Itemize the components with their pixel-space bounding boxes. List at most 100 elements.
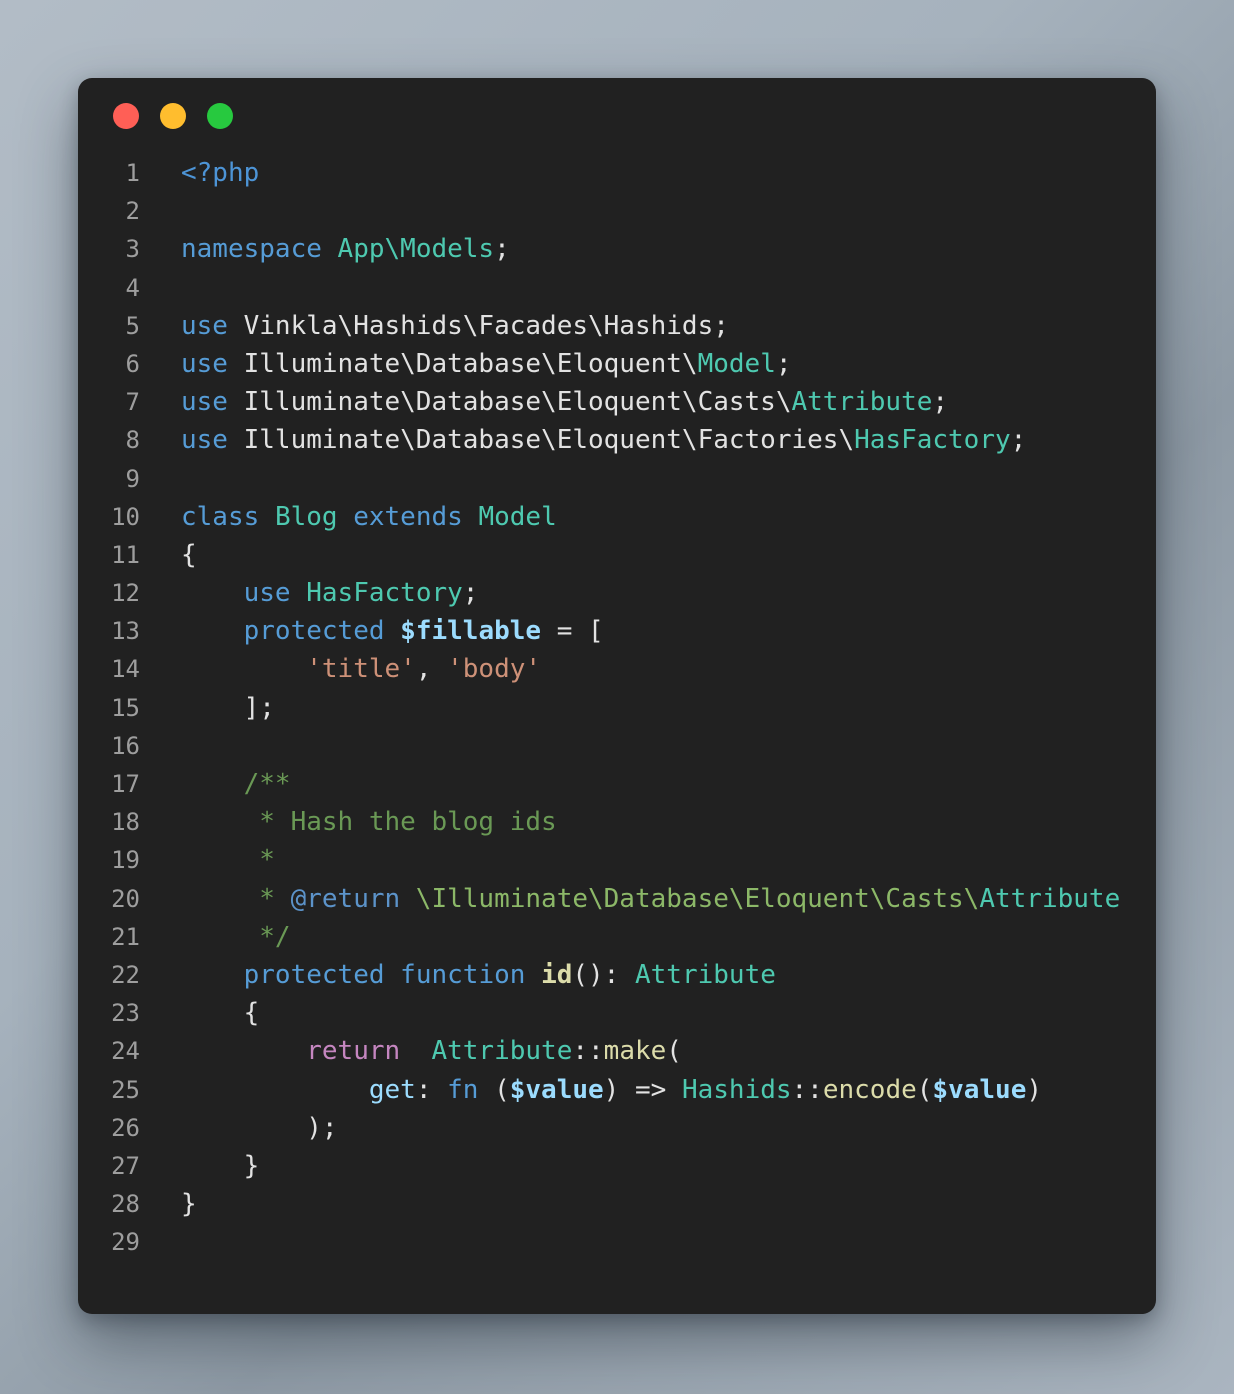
line-number: 25: [111, 1075, 140, 1104]
line-number: 11: [111, 540, 140, 569]
code-token: ;: [775, 348, 792, 379]
code-line[interactable]: 16​: [78, 727, 1156, 765]
line-number: 18: [111, 808, 140, 837]
code-line[interactable]: 17 /**: [78, 765, 1156, 803]
code-token: use: [181, 348, 228, 379]
code-line-text: class Blog extends Model: [140, 498, 1156, 536]
code-token: ::: [572, 1036, 604, 1067]
code-line-text: *: [140, 841, 1156, 879]
code-line-text: use Illuminate\Database\Eloquent\Factori…: [140, 421, 1156, 459]
code-line-text: use HasFactory;: [140, 574, 1156, 612]
code-token: * Hash the blog ids: [181, 807, 557, 838]
code-line[interactable]: 2​: [78, 192, 1156, 230]
code-line-text: }: [140, 1185, 1156, 1223]
line-number: 23: [111, 999, 140, 1028]
code-token: ,: [415, 654, 448, 685]
code-line-text: 'title', 'body': [140, 650, 1156, 688]
code-editor[interactable]: 1<?php2​3namespace App\Models;4​5use Vin…: [78, 154, 1156, 1261]
code-line[interactable]: 26 );: [78, 1109, 1156, 1147]
code-token: (: [916, 1074, 933, 1105]
code-line-text: <?php: [140, 154, 1156, 192]
code-token: get: [368, 1074, 416, 1105]
code-line-text: use Vinkla\Hashids\Facades\Hashids;: [140, 307, 1156, 345]
minimize-window-button[interactable]: [160, 103, 186, 129]
code-token: ;: [494, 234, 510, 265]
code-line-text: );: [140, 1109, 1156, 1147]
code-line[interactable]: 15 ];: [78, 689, 1156, 727]
code-line[interactable]: 5 use Vinkla\Hashids\Facades\Hashids;: [78, 307, 1156, 345]
code-line[interactable]: 19 *: [78, 841, 1156, 879]
line-number: 14: [111, 655, 140, 684]
code-token: ) =>: [603, 1074, 682, 1105]
code-token: id: [541, 959, 573, 990]
code-token: *: [181, 845, 275, 876]
code-line[interactable]: 8 use Illuminate\Database\Eloquent\Factor…: [78, 421, 1156, 459]
line-number: 19: [111, 846, 140, 875]
code-line[interactable]: 9​: [78, 460, 1156, 498]
code-line-text: {: [140, 994, 1156, 1032]
code-token: ::: [791, 1074, 823, 1105]
code-line[interactable]: 14 'title', 'body': [78, 650, 1156, 688]
code-token: protected: [243, 959, 385, 990]
code-line[interactable]: 20 * @return \Illuminate\Database\Eloque…: [78, 880, 1156, 918]
code-line[interactable]: 11 {: [78, 536, 1156, 574]
code-token: Vinkla\Hashids\Facades\Hashids;: [227, 310, 729, 341]
code-line[interactable]: 13 protected $fillable = [: [78, 612, 1156, 650]
line-number: 10: [111, 502, 140, 531]
code-line[interactable]: 4​: [78, 269, 1156, 307]
code-line[interactable]: 6 use Illuminate\Database\Eloquent\Model;: [78, 345, 1156, 383]
code-line-text: ​: [140, 1223, 1156, 1261]
code-token: namespace: [181, 234, 322, 265]
code-line[interactable]: 1 <?php: [78, 154, 1156, 192]
code-line[interactable]: 18 * Hash the blog ids: [78, 803, 1156, 841]
code-line[interactable]: 10 class Blog extends Model: [78, 498, 1156, 536]
code-line-text: protected function id(): Attribute: [140, 956, 1156, 994]
line-number: 26: [111, 1113, 140, 1142]
code-token: );: [181, 1112, 338, 1143]
code-line-text: {: [140, 536, 1156, 574]
code-line-text: use Illuminate\Database\Eloquent\Casts\A…: [140, 383, 1156, 421]
code-token: Attribute: [431, 1036, 573, 1067]
code-token: ;: [462, 578, 479, 609]
line-number: 9: [125, 464, 140, 493]
close-window-button[interactable]: [113, 103, 139, 129]
code-line[interactable]: 3 namespace App\Models;: [78, 230, 1156, 268]
line-number: 7: [125, 388, 140, 417]
code-line[interactable]: 7 use Illuminate\Database\Eloquent\Casts\…: [78, 383, 1156, 421]
code-token: Blog: [274, 501, 338, 532]
code-token: extends: [353, 501, 463, 532]
code-line[interactable]: 28}: [78, 1185, 1156, 1223]
code-line[interactable]: 24 return Attribute::make(: [78, 1032, 1156, 1070]
code-line[interactable]: 29​: [78, 1223, 1156, 1261]
code-token: use: [181, 310, 228, 341]
code-line-text: ​: [140, 727, 1156, 765]
code-line-text: }: [140, 1147, 1156, 1185]
code-token: @return: [290, 883, 401, 914]
code-token: Attribute: [791, 387, 933, 418]
code-line-text: return Attribute::make(: [140, 1032, 1156, 1070]
code-line-text: ​: [140, 460, 1156, 498]
code-line-text: * Hash the blog ids: [140, 803, 1156, 841]
code-line[interactable]: 21 */: [78, 918, 1156, 956]
code-line[interactable]: 25 get: fn ($value) => Hashids::encode($…: [78, 1071, 1156, 1109]
code-line[interactable]: 12 use HasFactory;: [78, 574, 1156, 612]
code-line[interactable]: 23 {: [78, 994, 1156, 1032]
line-number: 5: [125, 311, 140, 340]
code-line[interactable]: 27 }: [78, 1147, 1156, 1185]
code-token: }: [181, 1189, 197, 1220]
code-line[interactable]: 22 protected function id(): Attribute: [78, 956, 1156, 994]
line-number: 2: [125, 197, 140, 226]
code-token: Hashids: [681, 1074, 792, 1105]
code-token: 'body': [447, 654, 542, 685]
code-token: Illuminate\Database\Eloquent\Factories\: [227, 425, 855, 456]
code-token: *: [181, 883, 291, 914]
line-number: 24: [111, 1037, 140, 1066]
maximize-window-button[interactable]: [207, 103, 233, 129]
